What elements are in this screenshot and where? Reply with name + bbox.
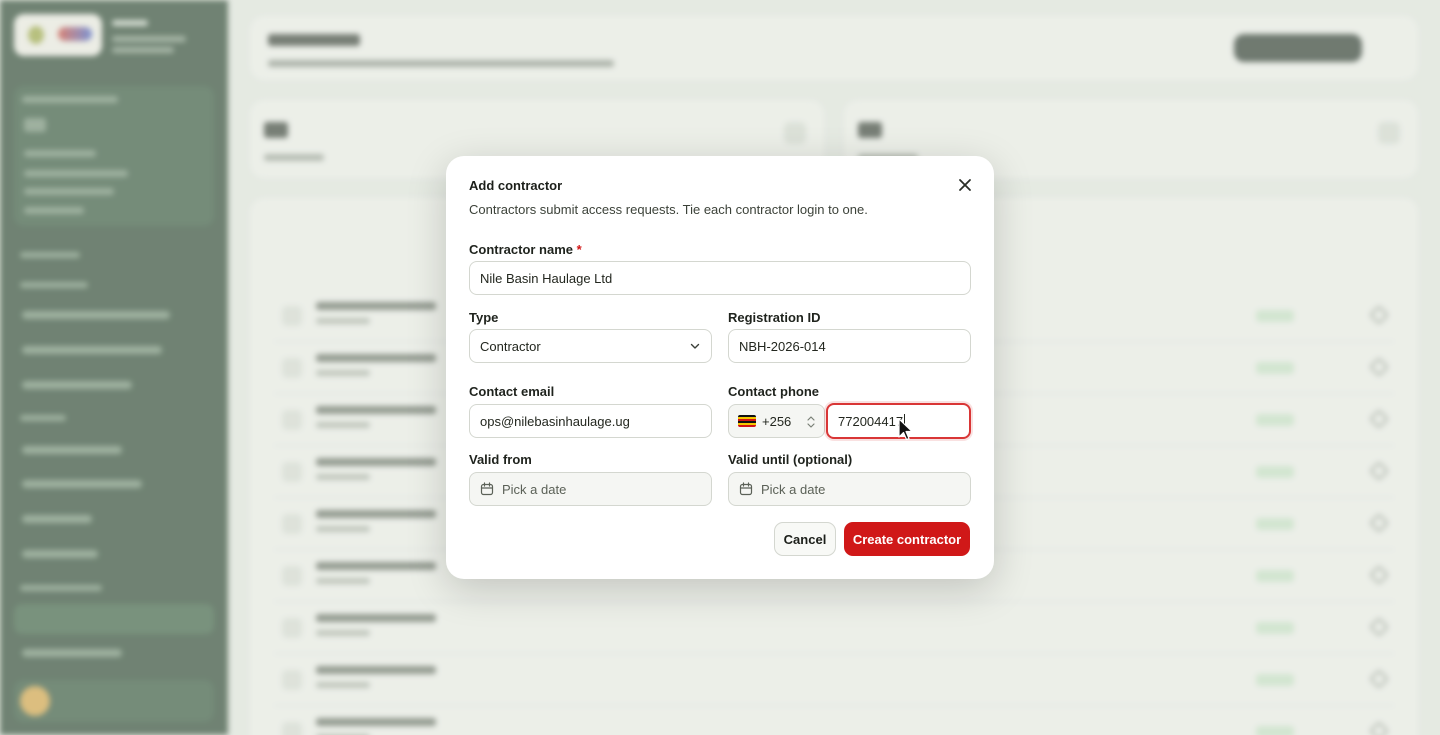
valid-from-label: Valid from [469, 452, 532, 467]
add-contractor-dialog: Add contractor Contractors submit access… [446, 156, 994, 579]
type-value: Contractor [480, 338, 541, 354]
up-down-chevron-icon [807, 416, 815, 428]
contact-email-value: ops@nilebasinhaulage.ug [480, 413, 630, 429]
contact-phone-label: Contact phone [728, 384, 819, 399]
uganda-flag-icon [738, 415, 756, 427]
mouse-cursor-icon [898, 418, 913, 441]
calendar-icon [480, 482, 494, 496]
contractor-name-label: Contractor name * [469, 242, 582, 257]
contact-phone-value: 772004417 [838, 413, 904, 429]
valid-until-placeholder: Pick a date [761, 481, 826, 497]
dialog-description: Contractors submit access requests. Tie … [469, 202, 868, 217]
contractor-name-value: Nile Basin Haulage Ltd [480, 270, 613, 286]
valid-from-placeholder: Pick a date [502, 481, 567, 497]
dialog-title: Add contractor [469, 178, 563, 193]
country-code-select[interactable]: +256 [728, 404, 825, 438]
country-code-value: +256 [762, 413, 792, 429]
contact-email-label: Contact email [469, 384, 555, 399]
required-mark: * [576, 242, 582, 257]
registration-id-value: NBH-2026-014 [739, 338, 826, 354]
chevron-down-icon [690, 343, 700, 349]
create-contractor-button[interactable]: Create contractor [844, 522, 970, 556]
contractor-name-input[interactable]: Nile Basin Haulage Ltd [469, 261, 971, 295]
calendar-icon [739, 482, 753, 496]
type-select[interactable]: Contractor [469, 329, 712, 363]
valid-until-datepicker[interactable]: Pick a date [728, 472, 971, 506]
valid-until-label: Valid until (optional) [728, 452, 853, 467]
valid-from-datepicker[interactable]: Pick a date [469, 472, 712, 506]
registration-id-input[interactable]: NBH-2026-014 [728, 329, 971, 363]
registration-id-label: Registration ID [728, 310, 821, 325]
close-icon[interactable] [956, 176, 974, 194]
cancel-button[interactable]: Cancel [774, 522, 836, 556]
type-label: Type [469, 310, 499, 325]
contact-email-input[interactable]: ops@nilebasinhaulage.ug [469, 404, 712, 438]
